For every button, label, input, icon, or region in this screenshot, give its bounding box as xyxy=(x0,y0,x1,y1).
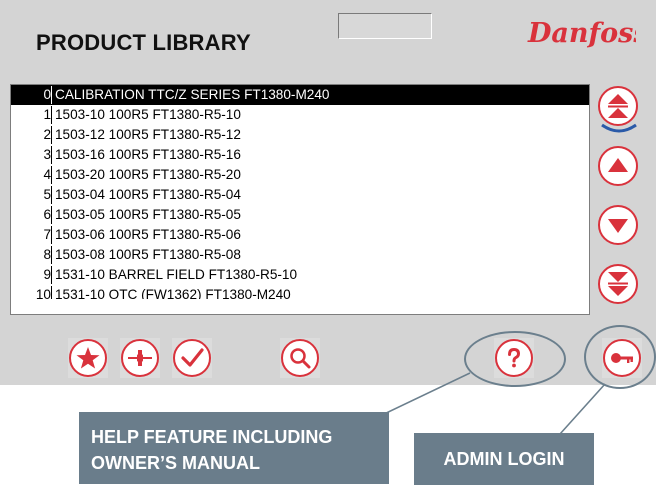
item-index: 2 xyxy=(43,127,51,142)
admin-callout-label: ADMIN LOGIN xyxy=(414,433,594,485)
help-callout-ring xyxy=(464,331,566,387)
compare-button[interactable] xyxy=(120,338,160,378)
compress-arrows-icon xyxy=(128,350,152,366)
item-name: 1503-08 100R5 FT1380-R5-08 xyxy=(51,246,241,264)
item-index: 0 xyxy=(43,87,51,102)
item-index: 9 xyxy=(43,267,51,282)
triangle-up-icon xyxy=(608,158,628,172)
item-name: 1503-06 100R5 FT1380-R5-06 xyxy=(51,226,241,244)
list-item[interactable]: 0 CALIBRATION TTC/Z SERIES FT1380-M240 xyxy=(11,85,589,105)
line-up-button[interactable] xyxy=(598,146,638,186)
checkmark-icon xyxy=(181,348,204,367)
page-up-button[interactable] xyxy=(598,86,638,126)
favorite-button[interactable] xyxy=(68,338,108,378)
select-button[interactable] xyxy=(172,338,212,378)
item-index: 7 xyxy=(43,227,51,242)
item-name: CALIBRATION TTC/Z SERIES FT1380-M240 xyxy=(51,86,329,104)
list-item[interactable]: 4 1503-20 100R5 FT1380-R5-20 xyxy=(11,165,589,185)
item-index: 6 xyxy=(43,207,51,222)
item-name: 1531-10 BARREL FIELD FT1380-R5-10 xyxy=(51,266,297,284)
help-callout-line1: HELP FEATURE INCLUDING xyxy=(91,427,333,447)
brand-logo-text: Danfoss xyxy=(527,18,636,49)
list-item[interactable]: 2 1503-12 100R5 FT1380-R5-12 xyxy=(11,125,589,145)
item-name: 1503-16 100R5 FT1380-R5-16 xyxy=(51,146,241,164)
product-list[interactable]: 0 CALIBRATION TTC/Z SERIES FT1380-M240 11… xyxy=(10,84,590,315)
item-index: 5 xyxy=(43,187,51,202)
triangle-down-icon xyxy=(608,219,628,233)
item-name: 1503-12 100R5 FT1380-R5-12 xyxy=(51,126,241,144)
search-button[interactable] xyxy=(280,338,320,378)
list-item[interactable]: 5 1503-04 100R5 FT1380-R5-04 xyxy=(11,185,589,205)
admin-leader-line xyxy=(559,383,606,435)
double-chevron-up-icon xyxy=(608,94,628,118)
page-title: PRODUCT LIBRARY xyxy=(36,30,251,55)
item-name: 1503-04 100R5 FT1380-R5-04 xyxy=(51,186,241,204)
help-callout-label: HELP FEATURE INCLUDING OWNER’S MANUAL xyxy=(79,412,389,484)
list-item[interactable]: 1 1503-10 100R5 FT1380-R5-10 xyxy=(11,105,589,125)
page-down-button[interactable] xyxy=(598,264,638,304)
double-chevron-down-icon xyxy=(608,272,628,296)
line-down-button[interactable] xyxy=(598,205,638,245)
selection-underline-arc xyxy=(601,123,637,133)
star-icon xyxy=(76,347,100,369)
help-callout-line2: OWNER’S MANUAL xyxy=(91,453,260,473)
item-name: 1503-10 100R5 FT1380-R5-10 xyxy=(51,106,241,124)
list-item[interactable]: 6 1503-05 100R5 FT1380-R5-05 xyxy=(11,205,589,225)
list-item[interactable]: 9 1531-10 BARREL FIELD FT1380-R5-10 xyxy=(11,265,589,285)
item-name: 1531-10 OTC (FW1362) FT1380-M240 xyxy=(51,286,291,299)
item-name: 1503-20 100R5 FT1380-R5-20 xyxy=(51,166,241,184)
item-index: 3 xyxy=(43,147,51,162)
item-index: 4 xyxy=(43,167,51,182)
magnifier-icon xyxy=(290,348,311,369)
list-item[interactable]: 10 1531-10 OTC (FW1362) FT1380-M240 xyxy=(11,285,589,299)
list-item[interactable]: 8 1503-08 100R5 FT1380-R5-08 xyxy=(11,245,589,265)
top-status-field[interactable] xyxy=(338,13,432,39)
item-index: 1 xyxy=(43,107,51,122)
danfoss-logo: Danfoss xyxy=(527,18,636,49)
list-item[interactable]: 7 1503-06 100R5 FT1380-R5-06 xyxy=(11,225,589,245)
product-library-screen: PRODUCT LIBRARY Danfoss 0CALIBRATION TTC… xyxy=(0,0,656,385)
item-name: 1503-05 100R5 FT1380-R5-05 xyxy=(51,206,241,224)
item-index: 10 xyxy=(35,287,51,299)
admin-callout-ring xyxy=(584,325,656,389)
item-index: 8 xyxy=(43,247,51,262)
list-item[interactable]: 3 1503-16 100R5 FT1380-R5-16 xyxy=(11,145,589,165)
